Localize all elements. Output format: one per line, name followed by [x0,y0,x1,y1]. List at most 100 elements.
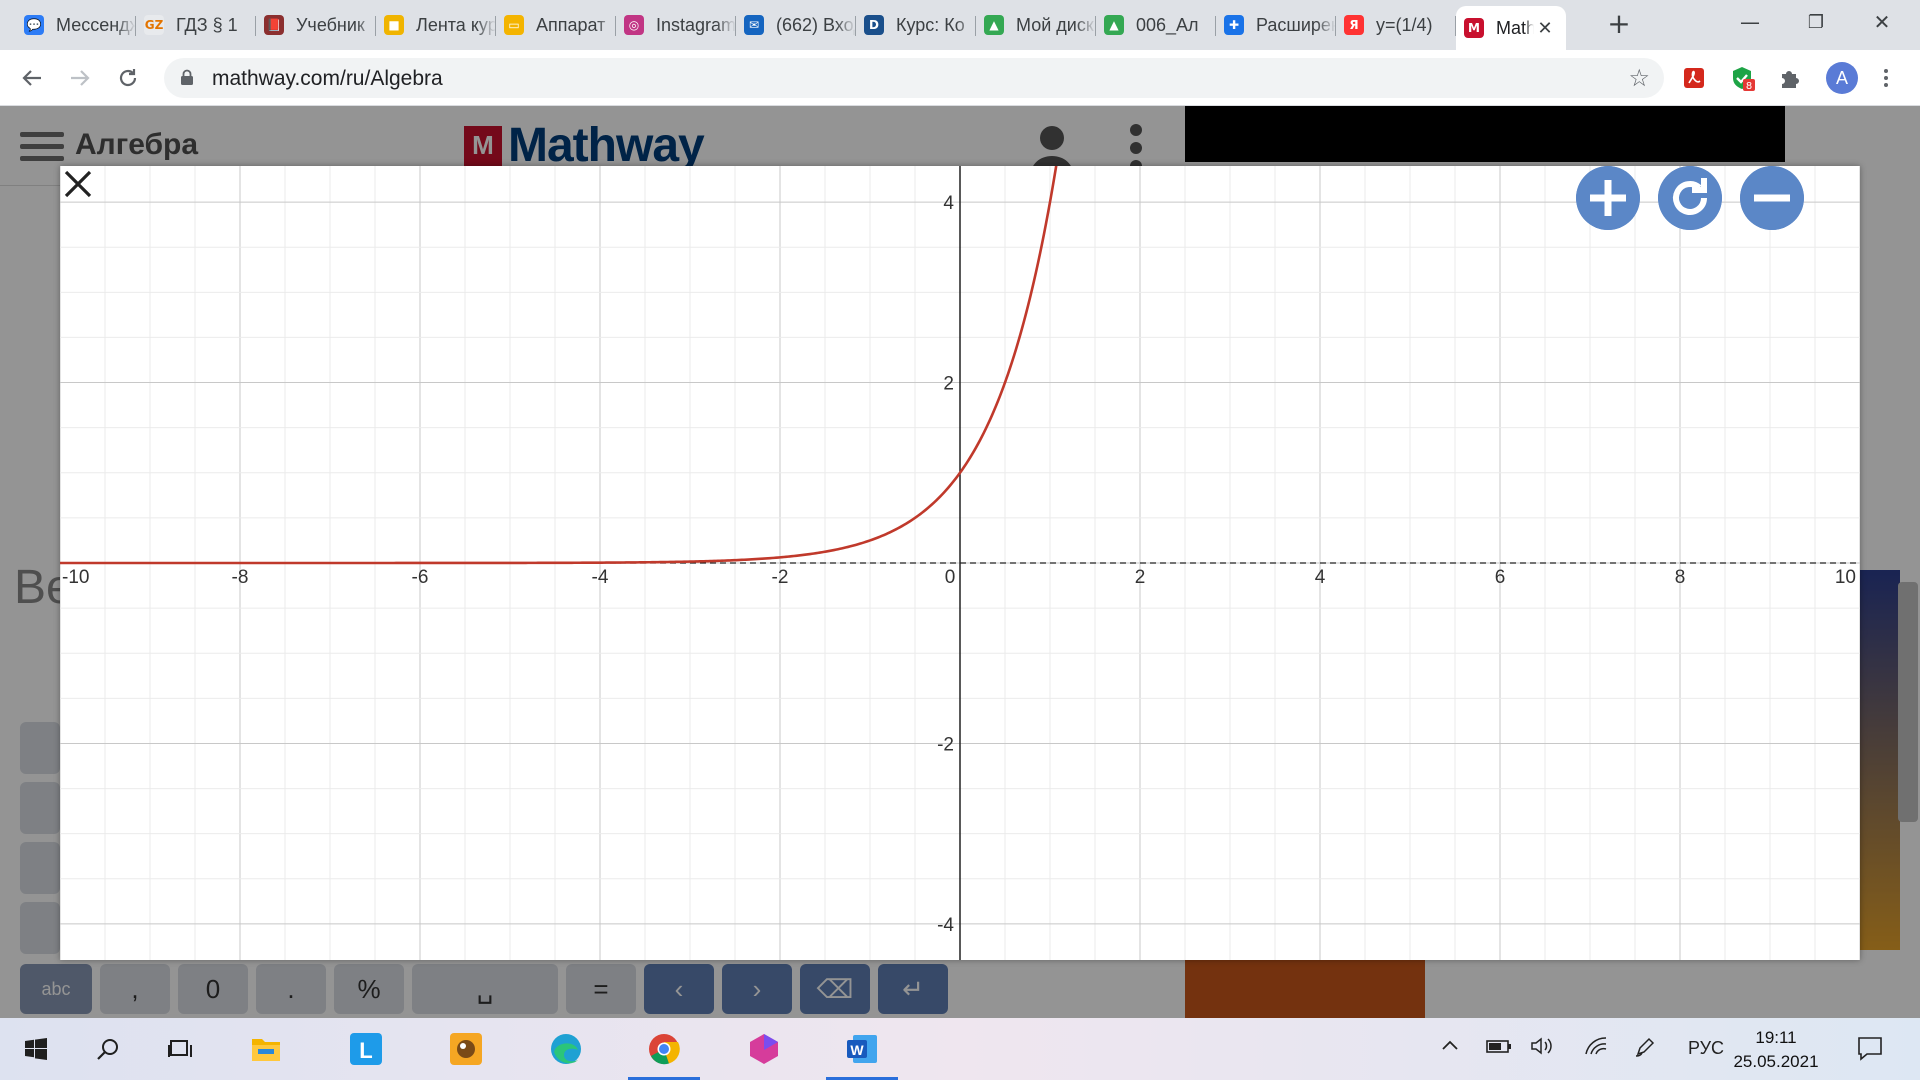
tab-favicon-icon: ▲ [984,15,1004,35]
zoom-in-button[interactable] [1576,166,1640,230]
function-curve [60,166,1058,565]
tab-title: Instagram [656,14,736,35]
browser-tab[interactable]: ✚ Расширения [1216,8,1336,42]
browser-tab[interactable]: Яy=(1/4) [1336,8,1456,42]
language-indicator[interactable]: РУС [1688,1038,1724,1059]
tab-favicon-icon: GZ [144,15,164,35]
browser-tab[interactable]: ▲ 006_Ал [1096,8,1216,42]
tab-close-icon[interactable]: ✕ [1534,17,1556,39]
security-extension-icon[interactable]: 8 [1728,64,1756,92]
clock-date: 25.05.2021 [1733,1052,1819,1071]
tab-favicon-icon: ▭ [504,15,524,35]
tab-favicon-icon: ✉ [744,15,764,35]
zoom-out-button[interactable] [1740,166,1804,230]
tab-title: Учебник [296,14,365,35]
chrome-menu-icon[interactable] [1872,64,1900,92]
y-tick-label: -2 [937,734,954,755]
tab-favicon-icon: ✚ [1224,15,1244,35]
pen-icon[interactable] [1634,1036,1656,1063]
tab-title: Курс: Ко [896,14,965,35]
file-explorer-icon[interactable] [230,1018,302,1080]
tab-favicon-icon: D [864,15,884,35]
battery-icon[interactable] [1486,1036,1512,1061]
reload-icon [119,69,137,87]
tab-title: ГДЗ § 1 [176,14,238,35]
function-graph[interactable]: -10 -8 -6 -4 -2 0 2 4 6 8 10 -4 -2 2 4 [60,166,1860,960]
browser-tab[interactable]: ▲ Мой диск [976,8,1096,42]
browser-tab[interactable]: 💬 Мессенджер [16,8,136,42]
maximize-button[interactable]: ❐ [1786,0,1846,44]
browser-tab[interactable]: D Курс: Ко [856,8,976,42]
affinity-icon[interactable] [728,1018,800,1080]
lingualeo-icon[interactable]: L [330,1018,402,1080]
tab-title: (662) Входящие [776,14,856,35]
svg-text:W: W [850,1042,864,1058]
tab-favicon-icon: 📕 [264,15,284,35]
forward-arrow-icon [71,70,90,86]
start-icon[interactable] [0,1018,72,1080]
x-tick-label: 0 [945,567,956,588]
tab-favicon-icon: ◎ [624,15,644,35]
browser-tab[interactable]: M Mathway✕ [1456,6,1566,50]
profile-avatar[interactable]: A [1826,62,1858,94]
star-icon[interactable]: ☆ [1628,64,1650,92]
task-view-icon[interactable] [144,1018,216,1080]
tab-title: y=(1/4) [1376,14,1433,35]
forward-button[interactable] [64,62,96,94]
y-tick-label: -4 [937,915,954,936]
graph-modal: -10 -8 -6 -4 -2 0 2 4 6 8 10 -4 -2 2 4 [60,166,1860,960]
tab-title: Мой диск [1016,14,1094,35]
reload-button[interactable] [112,62,144,94]
y-tick-label: 4 [943,193,954,214]
browser-toolbar: mathway.com/ru/Algebra ☆ 8 A [0,50,1920,106]
wifi-icon[interactable] [1584,1036,1608,1061]
x-tick-label: -2 [772,567,789,588]
new-tab-button[interactable]: + [1604,10,1634,40]
address-bar[interactable]: mathway.com/ru/Algebra ☆ [164,58,1664,98]
tab-title: Расширения [1256,14,1336,35]
word-icon[interactable]: W [826,1018,898,1080]
svg-text:8: 8 [1746,81,1752,91]
gimp-icon[interactable] [430,1018,502,1080]
browser-tab[interactable]: ▭ Аппарат [496,8,616,42]
browser-tab[interactable]: GZ ГДЗ § 1 [136,8,256,42]
tab-favicon-icon: Я [1344,15,1364,35]
x-tick-label: 6 [1495,567,1506,588]
chrome-icon[interactable] [628,1018,700,1080]
tab-title: Mathway [1496,17,1534,38]
browser-tab[interactable]: ✉ (662) Входящие [736,8,856,42]
system-clock[interactable]: 19:11 25.05.2021 [1726,1026,1826,1074]
notifications-icon[interactable] [1856,1034,1884,1067]
window-close-button[interactable]: ✕ [1852,0,1912,44]
search-icon[interactable] [72,1018,144,1080]
x-tick-label: 2 [1135,567,1146,588]
chevron-up-icon[interactable] [1440,1036,1460,1061]
browser-tab[interactable]: 📕 Учебник [256,8,376,42]
tab-favicon-icon: 💬 [24,15,44,35]
windows-taskbar: L W РУС 19:11 25.05.2021 [0,1018,1920,1080]
edge-icon[interactable] [530,1018,602,1080]
tab-favicon-icon: ■ [384,15,404,35]
close-graph-icon[interactable] [60,166,96,202]
lock-icon [181,69,193,85]
minimize-button[interactable]: — [1720,0,1780,44]
tab-title: 006_Ал [1136,14,1199,35]
extensions-puzzle-icon[interactable] [1776,64,1804,92]
pdf-extension-icon[interactable] [1680,64,1708,92]
tab-favicon-icon: ▲ [1104,15,1124,35]
y-tick-label: 2 [943,374,954,395]
tab-title: Аппарат [536,14,606,35]
x-tick-label: 4 [1315,567,1326,588]
svg-text:L: L [359,1038,372,1063]
x-tick-label: -4 [592,567,609,588]
x-tick-label: -10 [62,567,89,588]
back-arrow-icon [22,70,41,86]
browser-tab[interactable]: ◎ Instagram [616,8,736,42]
back-button[interactable] [16,62,48,94]
tab-strip: 💬 Мессенджер GZ ГДЗ § 1 📕 Учебник ■ Лента курсо… [0,0,1920,50]
browser-tab[interactable]: ■ Лента курсов [376,8,496,42]
reset-view-button[interactable] [1658,166,1722,230]
x-tick-label: -6 [412,567,429,588]
tab-title: Лента курсов [416,14,496,35]
volume-icon[interactable] [1530,1036,1554,1061]
